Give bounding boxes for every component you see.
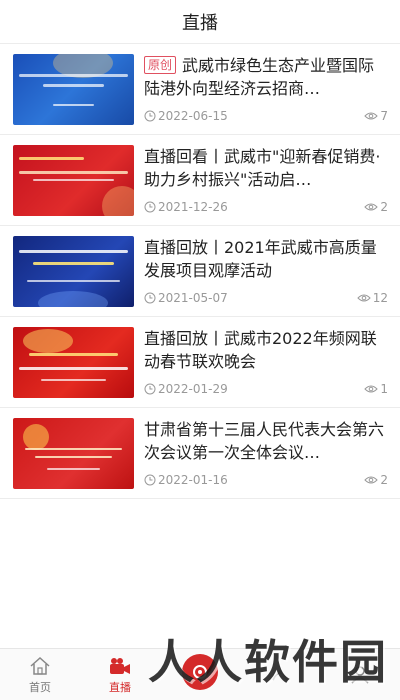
thumbnail-image [13, 54, 134, 125]
tab-label: 直播 [109, 680, 131, 694]
eye-icon [364, 385, 379, 393]
clock-icon [144, 110, 156, 122]
item-title: 武威市绿色生态产业暨国际陆港外向型经济云招商… [144, 56, 375, 98]
list-item[interactable]: 直播回放丨武威市2022年频网联动春节联欢晚会 2022-01-29 1 [0, 317, 400, 408]
thumbnail-image [13, 236, 134, 307]
clock-icon [144, 201, 156, 213]
item-title: 直播回放丨武威市2022年频网联动春节联欢晚会 [144, 329, 377, 371]
view-count: 1 [380, 382, 388, 396]
eye-icon [364, 112, 379, 120]
list-item[interactable]: 直播回放丨2021年武威市高质量发展项目观摩活动 2021-05-07 12 [0, 226, 400, 317]
video-camera-icon [110, 657, 130, 674]
home-icon [30, 656, 50, 675]
top-header: 直播 [0, 0, 400, 44]
item-date: 2022-06-15 [158, 109, 228, 123]
clock-icon [144, 383, 156, 395]
clock-icon [144, 474, 156, 486]
list-item[interactable]: 直播回看丨武威市"迎新春促销费·助力乡村振兴"活动启… 2021-12-26 2 [0, 135, 400, 226]
view-count: 7 [380, 109, 388, 123]
list-item[interactable]: 原创 武威市绿色生态产业暨国际陆港外向型经济云招商… 2022-06-15 7 [0, 44, 400, 135]
item-date: 2022-01-29 [158, 382, 228, 396]
eye-icon [364, 203, 379, 211]
eye-icon [357, 294, 371, 302]
item-title: 直播回放丨2021年武威市高质量发展项目观摩活动 [144, 238, 377, 280]
item-title: 甘肃省第十三届人民代表大会第六次会议第一次全体会议… [144, 420, 385, 462]
thumbnail-image [13, 145, 134, 216]
live-list: 原创 武威市绿色生态产业暨国际陆港外向型经济云招商… 2022-06-15 7 直 [0, 44, 400, 499]
thumbnail-image [13, 418, 134, 489]
watermark-text: 人人软件园 [148, 635, 388, 689]
view-count: 2 [380, 200, 388, 214]
eye-icon [364, 476, 379, 484]
item-date: 2021-05-07 [158, 291, 228, 305]
page-title: 直播 [182, 12, 218, 34]
view-count: 2 [380, 473, 388, 487]
view-count: 12 [372, 291, 388, 305]
thumbnail-image [13, 327, 134, 398]
original-tag: 原创 [144, 56, 177, 74]
tab-label: 首页 [29, 680, 51, 694]
list-item[interactable]: 甘肃省第十三届人民代表大会第六次会议第一次全体会议… 2022-01-16 2 [0, 408, 400, 499]
item-date: 2022-01-16 [158, 473, 228, 487]
item-title: 直播回看丨武威市"迎新春促销费·助力乡村振兴"活动启… [144, 147, 381, 189]
item-date: 2021-12-26 [158, 200, 228, 214]
tab-home[interactable]: 首页 [0, 649, 80, 700]
clock-icon [144, 292, 156, 304]
